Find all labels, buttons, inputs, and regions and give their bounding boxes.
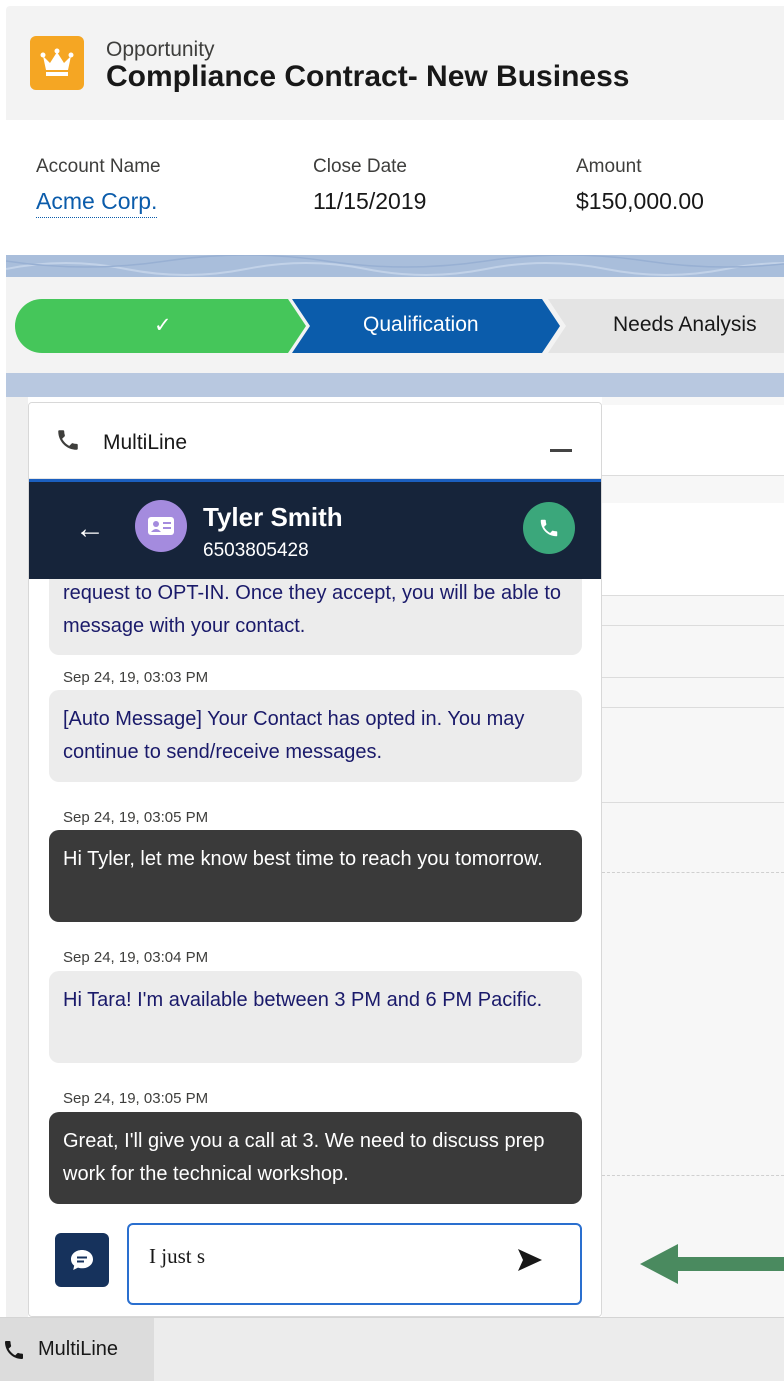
pointer-arrow-annotation [640, 1244, 784, 1284]
amount-field: Amount $150,000.00 [576, 156, 704, 215]
highlights-panel: Account Name Acme Corp. Close Date 11/15… [6, 120, 784, 255]
account-name-field: Account Name Acme Corp. [36, 156, 161, 218]
chat-templates-button[interactable] [55, 1233, 109, 1287]
record-header: Opportunity Compliance Contract- New Bus… [6, 6, 784, 120]
path-stage-needs-analysis[interactable]: Needs Analysis [613, 313, 757, 337]
message-bubble-outgoing: Great, I'll give you a call at 3. We nee… [49, 1112, 582, 1204]
message-timestamp: Sep 24, 19, 03:04 PM [63, 949, 209, 966]
message-input-box [127, 1223, 582, 1305]
detail-divider [602, 595, 784, 596]
detail-divider [602, 802, 784, 803]
detail-divider [602, 707, 784, 708]
back-arrow-icon[interactable]: ← [75, 512, 105, 546]
decorative-pattern-band [5, 254, 784, 277]
message-timestamp: Sep 24, 19, 03:05 PM [63, 1090, 209, 1107]
close-date-value: 11/15/2019 [313, 188, 427, 214]
section-divider-band [6, 373, 784, 397]
record-title: Compliance Contract- New Business [106, 60, 630, 93]
detail-divider [602, 475, 784, 476]
detail-divider [602, 625, 784, 626]
message-bubble-incoming: Hi Tara! I'm available between 3 PM and … [49, 971, 582, 1063]
message-bubble-incoming: [Auto Message] Your Contact has opted in… [49, 690, 582, 782]
message-input[interactable] [149, 1241, 509, 1271]
phone-icon [58, 430, 78, 450]
contact-card-icon [135, 500, 187, 552]
close-date-label: Close Date [313, 156, 407, 177]
message-timestamp: Sep 24, 19, 03:03 PM [63, 669, 209, 686]
contact-name: Tyler Smith [203, 502, 343, 532]
record-detail-area [602, 397, 784, 1317]
detail-panel [602, 405, 784, 475]
send-icon[interactable] [515, 1245, 545, 1275]
object-type-label: Opportunity [106, 38, 215, 61]
account-name-label: Account Name [36, 156, 161, 177]
message-bubble-incoming: request to OPT-IN. Once they accept, you… [49, 579, 582, 655]
path-stage-qualification[interactable]: Qualification [363, 313, 479, 337]
chat-bubble-icon [71, 1250, 93, 1270]
close-date-field: Close Date 11/15/2019 [313, 156, 426, 215]
call-button[interactable] [523, 502, 575, 554]
contact-bar: ← Tyler Smith 6503805428 [29, 479, 601, 579]
utility-tab-label: MultiLine [38, 1338, 119, 1360]
message-thread[interactable]: request to OPT-IN. Once they accept, you… [29, 579, 601, 1209]
contact-phone: 6503805428 [203, 540, 309, 561]
phone-icon [5, 1341, 23, 1359]
multiline-widget: MultiLine ← Tyler Smith 6503805428 reque… [28, 402, 602, 1317]
sales-path: ✓ Qualification Needs Analysis [6, 277, 784, 373]
detail-panel [602, 503, 784, 595]
message-bubble-outgoing: Hi Tyler, let me know best time to reach… [49, 830, 582, 922]
amount-label: Amount [576, 156, 642, 177]
account-name-link[interactable]: Acme Corp. [36, 188, 158, 218]
left-gutter [6, 397, 28, 1317]
detail-divider [602, 1175, 784, 1176]
detail-divider [602, 872, 784, 873]
utility-bar: MultiLine [0, 1317, 784, 1381]
message-composer [29, 1209, 601, 1316]
path-stage-complete-check-icon[interactable]: ✓ [154, 313, 172, 338]
widget-header: MultiLine [29, 403, 601, 479]
phone-icon [540, 519, 558, 537]
minimize-button[interactable] [550, 449, 572, 452]
amount-value: $150,000.00 [576, 188, 704, 214]
widget-title: MultiLine [103, 431, 188, 454]
message-timestamp: Sep 24, 19, 03:05 PM [63, 809, 209, 826]
detail-divider [602, 677, 784, 678]
opportunity-crown-icon [30, 36, 84, 90]
utility-tab-multiline[interactable]: MultiLine [0, 1318, 154, 1381]
